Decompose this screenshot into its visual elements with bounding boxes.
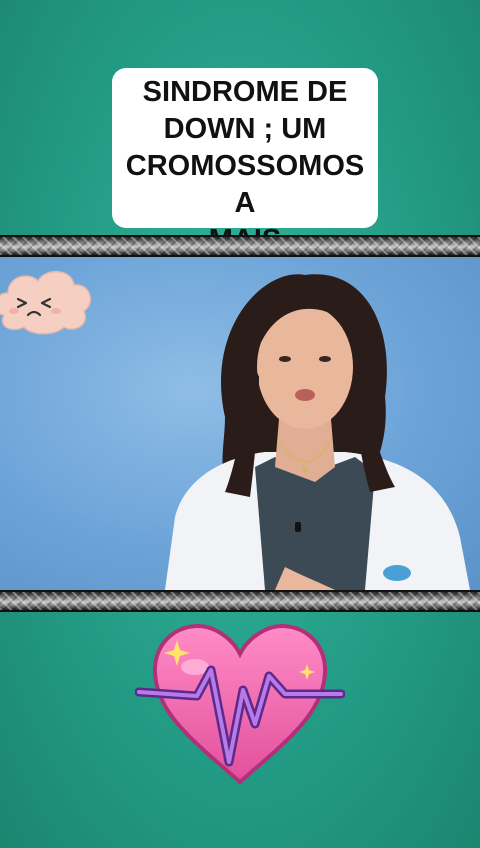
steel-frame-top	[0, 235, 480, 257]
sad-cloud-icon	[0, 271, 92, 335]
presenter-figure	[165, 274, 470, 590]
steel-frame-bottom	[0, 590, 480, 612]
heart-pulse-icon	[135, 624, 345, 785]
title-caption: SINDROME DE DOWN ; UM CROMOSSOMOS A MAIS	[125, 76, 365, 256]
video-frame[interactable]	[0, 257, 480, 590]
